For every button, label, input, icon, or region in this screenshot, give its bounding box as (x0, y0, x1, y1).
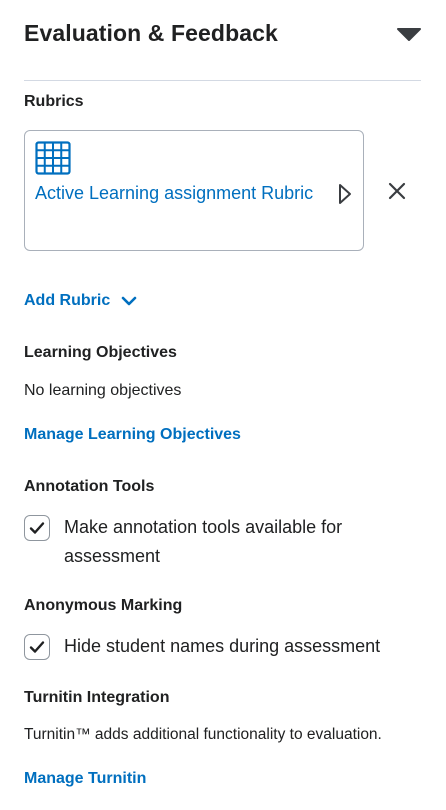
rubrics-heading: Rubrics (24, 93, 84, 110)
anonymous-marking-heading: Anonymous Marking (24, 597, 183, 614)
remove-rubric-button[interactable] (386, 180, 408, 202)
manage-learning-objectives-link[interactable]: Manage Learning Objectives (24, 426, 241, 444)
manage-turnitin-link[interactable]: Manage Turnitin (24, 770, 146, 788)
rubric-card: Active Learning assignment Rubric (24, 130, 364, 251)
learning-objectives-empty-text: No learning objectives (24, 382, 182, 399)
add-rubric-label: Add Rubric (24, 292, 111, 309)
panel-title: Evaluation & Feedback (24, 20, 278, 46)
turnitin-description: Turnitin™ adds additional functionality … (24, 726, 382, 743)
annotation-tools-heading: Annotation Tools (24, 478, 155, 495)
caret-down-icon (397, 28, 421, 41)
chevron-down-icon (121, 296, 136, 306)
checkmark-icon (29, 641, 45, 653)
header-divider (24, 80, 421, 81)
add-rubric-button[interactable]: Add Rubric (24, 292, 137, 310)
anonymous-marking-checkbox[interactable] (24, 634, 50, 660)
annotation-tools-label-line1: Make annotation tools available for (64, 517, 343, 537)
anonymous-marking-label: Hide student names during assessment (64, 636, 381, 656)
collapse-toggle[interactable] (392, 24, 426, 46)
caret-right-outline-icon[interactable] (338, 183, 352, 205)
rubric-link[interactable]: Active Learning assignment Rubric (35, 183, 313, 204)
grid-icon (35, 141, 71, 175)
annotation-tools-label: Make annotation tools available for asse… (64, 513, 342, 571)
close-icon (388, 182, 406, 200)
learning-objectives-heading: Learning Objectives (24, 344, 177, 361)
turnitin-heading: Turnitin Integration (24, 689, 170, 706)
annotation-tools-checkbox[interactable] (24, 515, 50, 541)
checkmark-icon (29, 522, 45, 534)
annotation-tools-label-line2: assessment (64, 546, 161, 566)
